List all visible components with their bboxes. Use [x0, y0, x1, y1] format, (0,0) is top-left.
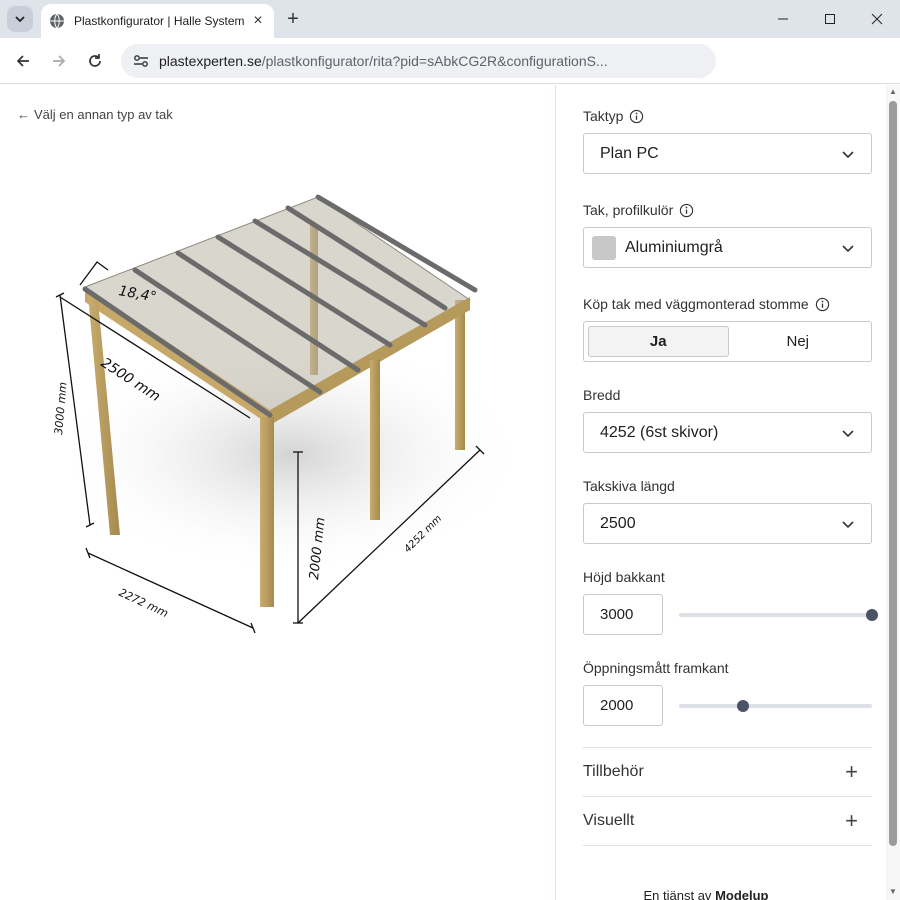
reload-button[interactable] — [82, 48, 108, 74]
post-mid — [370, 360, 380, 520]
scroll-up-icon[interactable]: ▲ — [889, 87, 897, 96]
window-close-button[interactable] — [854, 0, 900, 38]
page-content: ← Välj en annan typ av tak 18,4° 2500 mm… — [0, 85, 900, 900]
slider-track — [679, 612, 872, 617]
chevron-down-icon — [842, 244, 854, 252]
carport-model[interactable]: 18,4° 2500 mm 3000 mm 2000 mm 4252 mm 22… — [0, 85, 555, 685]
scrollbar-thumb[interactable] — [889, 101, 897, 846]
takskiva-field: Takskiva längd 2500 — [583, 477, 872, 544]
depth-label: 2272 mm — [117, 586, 170, 620]
footer-prefix: En tjänst av — [643, 888, 712, 900]
tab-close-icon[interactable]: × — [250, 12, 266, 29]
url-path: /plastkonfigurator/rita?pid=sAbkCG2R&con… — [261, 53, 608, 69]
accordion-end-divider — [583, 845, 872, 846]
info-icon[interactable] — [815, 297, 830, 312]
oppningsmatt-slider[interactable] — [679, 699, 872, 712]
no-option[interactable]: Nej — [729, 326, 868, 357]
profilkulor-select[interactable]: Aluminiumgrå — [583, 227, 872, 268]
bredd-select[interactable]: 4252 (6st skivor) — [583, 412, 872, 453]
back-button[interactable] — [10, 48, 36, 74]
tillbehor-label: Tillbehör — [583, 763, 644, 780]
taktyp-label: Taktyp — [583, 108, 624, 124]
oppningsmatt-field: Öppningsmått framkant 2000 — [583, 659, 872, 726]
profilkulor-field: Tak, profilkulör Aluminiumgrå — [583, 201, 872, 268]
post-back-right — [455, 300, 465, 450]
takskiva-select[interactable]: 2500 — [583, 503, 872, 544]
scroll-down-icon[interactable]: ▼ — [889, 887, 897, 896]
plus-icon: + — [845, 759, 858, 784]
tillbehor-accordion[interactable]: Tillbehör + — [583, 747, 872, 796]
footer-credit: En tjänst av Modelup — [556, 888, 856, 900]
post-front-right — [260, 417, 274, 607]
profilkulor-value: Aluminiumgrå — [625, 238, 723, 256]
3d-viewer[interactable]: ← Välj en annan typ av tak 18,4° 2500 mm… — [0, 85, 555, 900]
taktyp-select[interactable]: Plan PC — [583, 133, 872, 174]
yes-option[interactable]: Ja — [588, 326, 729, 357]
chevron-down-icon — [15, 16, 25, 23]
tab-search-button[interactable] — [7, 6, 33, 32]
vaggmonterad-label: Köp tak med väggmonterad stomme — [583, 296, 809, 312]
close-icon — [871, 13, 883, 25]
bredd-field: Bredd 4252 (6st skivor) — [583, 386, 872, 453]
slider-thumb[interactable] — [866, 608, 878, 621]
taktyp-label-row: Taktyp — [583, 107, 872, 125]
maximize-button[interactable] — [807, 0, 853, 38]
info-icon[interactable] — [679, 203, 694, 218]
profilkulor-label-row: Tak, profilkulör — [583, 201, 872, 219]
address-bar[interactable]: plastexperten.se/plastkonfigurator/rita?… — [121, 44, 716, 78]
vaggmonterad-toggle: Ja Nej — [583, 321, 872, 362]
oppningsmatt-label: Öppningsmått framkant — [583, 660, 729, 676]
panel-scrollbar[interactable]: ▲ ▼ — [886, 85, 900, 900]
visuellt-accordion[interactable]: Visuellt + — [583, 796, 872, 845]
site-settings-icon[interactable] — [131, 51, 151, 71]
minimize-button[interactable] — [760, 0, 806, 38]
arrow-left-icon — [16, 55, 29, 67]
maximize-icon — [825, 14, 835, 24]
config-panel: Taktyp Plan PC Tak, profilkulör Aluminiu… — [556, 85, 886, 900]
profilkulor-value-wrap: Aluminiumgrå — [592, 235, 723, 260]
slider-thumb[interactable] — [736, 699, 749, 712]
bredd-value: 4252 (6st skivor) — [600, 423, 719, 441]
reload-icon — [89, 54, 101, 67]
takskiva-label: Takskiva längd — [583, 478, 675, 494]
taktyp-field: Taktyp Plan PC — [583, 107, 872, 174]
footer-brand-link[interactable]: Modelup — [715, 888, 768, 900]
globe-icon — [50, 13, 64, 29]
chevron-down-icon — [842, 520, 854, 528]
minimize-icon — [778, 18, 788, 20]
info-icon[interactable] — [629, 109, 644, 124]
browser-tabbar: Plastkonfigurator | Halle System × + — [0, 0, 900, 38]
oppningsmatt-input[interactable]: 2000 — [583, 685, 663, 726]
plus-icon: + — [845, 808, 858, 833]
vaggmonterad-label-row: Köp tak med väggmonterad stomme — [583, 295, 872, 313]
hojd-bakkant-field: Höjd bakkant 3000 — [583, 568, 878, 635]
oppningsmatt-row: 2000 — [583, 685, 872, 726]
browser-tab[interactable]: Plastkonfigurator | Halle System × — [41, 4, 274, 38]
browser-toolbar: plastexperten.se/plastkonfigurator/rita?… — [0, 38, 900, 84]
visuellt-label: Visuellt — [583, 812, 635, 829]
chevron-down-icon — [842, 429, 854, 437]
bredd-label: Bredd — [583, 387, 621, 403]
profilkulor-label: Tak, profilkulör — [583, 202, 674, 218]
hojd-bakkant-row: 3000 — [583, 594, 878, 635]
hojd-bakkant-slider[interactable] — [679, 608, 878, 621]
hojd-bakkant-label: Höjd bakkant — [583, 569, 665, 585]
color-swatch — [592, 235, 616, 260]
new-tab-button[interactable]: + — [282, 8, 304, 30]
forward-button[interactable] — [46, 48, 72, 74]
taktyp-value: Plan PC — [600, 144, 659, 162]
vaggmonterad-field: Köp tak med väggmonterad stomme Ja Nej — [583, 295, 872, 362]
arrow-right-icon — [53, 55, 66, 67]
takskiva-value: 2500 — [600, 514, 636, 532]
tab-title: Plastkonfigurator | Halle System — [74, 14, 245, 28]
url-text: plastexperten.se/plastkonfigurator/rita?… — [159, 53, 608, 69]
url-host: plastexperten.se — [159, 53, 262, 69]
hojd-bakkant-input[interactable]: 3000 — [583, 594, 663, 635]
chevron-down-icon — [842, 150, 854, 158]
slider-track — [679, 703, 872, 708]
